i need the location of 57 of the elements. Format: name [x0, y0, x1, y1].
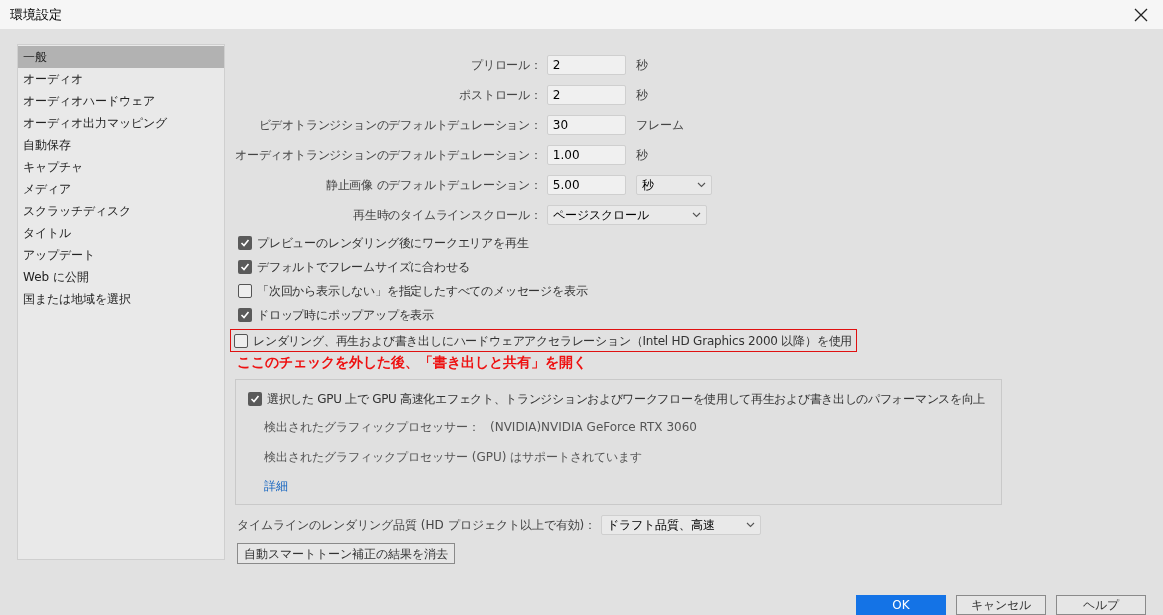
checkbox[interactable]	[238, 236, 252, 250]
category-item[interactable]: キャプチャ	[18, 156, 224, 178]
input-field[interactable]: 2	[546, 55, 626, 75]
field-label: ビデオトランジションのデフォルトデュレーション：	[258, 117, 542, 134]
clear-smart-tone-button[interactable]: 自動スマートトーン補正の結果を消去	[237, 543, 455, 564]
annotation-text: ここのチェックを外した後、「書き出しと共有」を開く	[237, 354, 587, 370]
chevron-down-icon	[696, 182, 706, 188]
checkbox[interactable]	[238, 284, 252, 298]
unit-label: 秒	[635, 87, 648, 104]
category-item[interactable]: メディア	[18, 178, 224, 200]
checkbox-label: デフォルトでフレームサイズに合わせる	[257, 259, 470, 276]
support-status-text: 検出されたグラフィックプロセッサー (GPU) はサポートされています	[264, 450, 643, 464]
category-item[interactable]: オーディオハードウェア	[18, 90, 224, 112]
processor-label: 検出されたグラフィックプロセッサー：	[264, 419, 480, 436]
dialog-button[interactable]: OK	[856, 595, 946, 615]
window-title: 環境設定	[10, 5, 62, 24]
category-item[interactable]: オーディオ	[18, 68, 224, 90]
details-link[interactable]: 詳細	[264, 479, 288, 493]
chevron-down-icon	[691, 212, 701, 218]
unit-dropdown[interactable]: 秒	[635, 175, 712, 195]
dropdown[interactable]: ドラフト品質、高速	[601, 515, 762, 535]
input-field[interactable]: 5.00	[546, 175, 626, 195]
category-item[interactable]: 自動保存	[18, 134, 224, 156]
category-item[interactable]: スクラッチディスク	[18, 200, 224, 222]
category-item[interactable]: アップデート	[18, 244, 224, 266]
dropdown[interactable]: ページスクロール	[546, 205, 707, 225]
checkbox[interactable]	[238, 260, 252, 274]
category-item[interactable]: 国または地域を選択	[18, 288, 224, 310]
field-label: タイムラインのレンダリング品質 (HD プロジェクト以上で有効)：	[237, 517, 597, 534]
processor-name: (NVIDIA)NVIDIA GeForce RTX 3060	[490, 419, 697, 436]
field-label: 静止画像 のデフォルトデュレーション：	[325, 177, 542, 194]
checkbox-label: プレビューのレンダリング後にワークエリアを再生	[257, 235, 529, 252]
close-icon[interactable]	[1133, 6, 1149, 23]
checkbox[interactable]	[248, 392, 262, 406]
unit-label: 秒	[635, 57, 648, 74]
input-field[interactable]: 1.00	[546, 145, 626, 165]
category-item[interactable]: Web に公開	[18, 266, 224, 288]
field-label: オーディオトランジションのデフォルトデュレーション：	[235, 147, 542, 164]
checkbox-label: 選択した GPU 上で GPU 高速化エフェクト、トランジションおよびワークフローを使用して再生および書き出しのパフォーマンスを向上	[267, 391, 986, 408]
field-label: 再生時のタイムラインスクロール：	[353, 207, 542, 224]
checkbox[interactable]	[234, 333, 248, 348]
input-field[interactable]: 30	[546, 115, 626, 135]
chevron-down-icon	[746, 522, 756, 528]
checkbox[interactable]	[238, 308, 252, 322]
checkbox-label: 「次回から表示しない」を指定したすべてのメッセージを表示	[257, 283, 588, 300]
category-item[interactable]: 一般	[18, 46, 224, 68]
unit-label: フレーム	[635, 117, 684, 134]
field-label: ポストロール：	[459, 87, 542, 104]
category-item[interactable]: タイトル	[18, 222, 224, 244]
input-field[interactable]: 2	[546, 85, 626, 105]
dialog-button[interactable]: キャンセル	[956, 595, 1046, 615]
category-item[interactable]: オーディオ出力マッピング	[18, 112, 224, 134]
dialog-button[interactable]: ヘルプ	[1056, 595, 1146, 615]
checkbox-label: ドロップ時にポップアップを表示	[257, 307, 434, 324]
unit-label: 秒	[635, 147, 648, 164]
field-label: プリロール：	[471, 57, 542, 74]
checkbox-label: レンダリング、再生および書き出しにハードウェアアクセラレーション（Intel HD Graphics 2000 以降）を使用	[253, 332, 853, 350]
